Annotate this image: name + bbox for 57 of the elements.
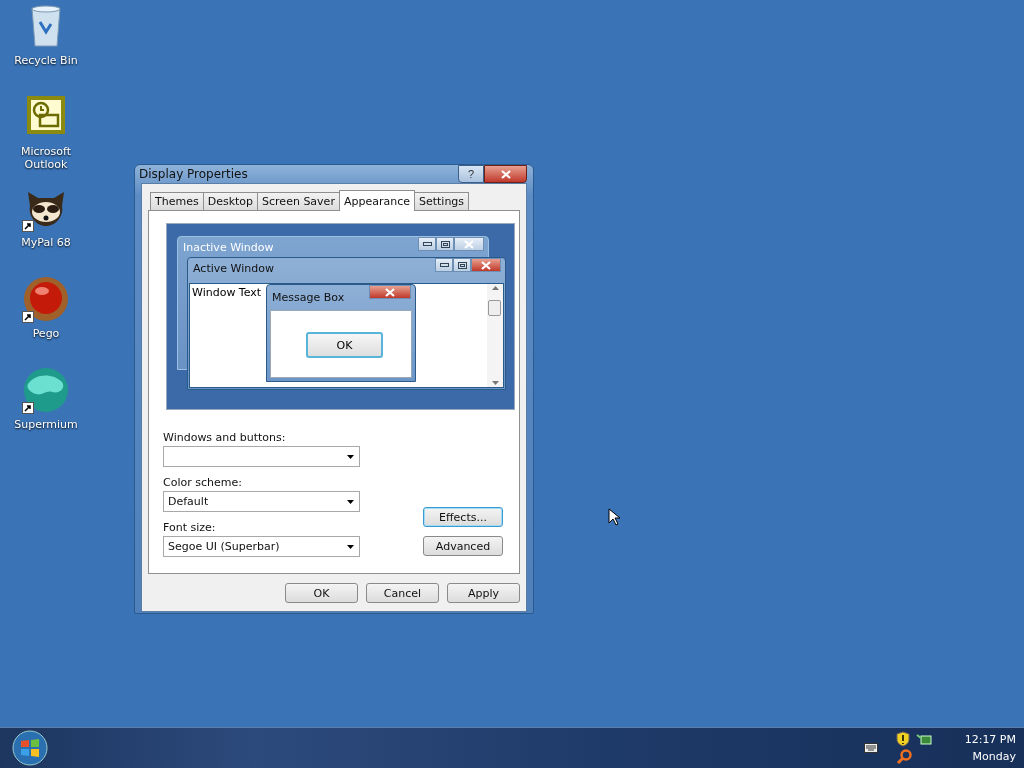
desktop-icon[interactable]: Microsoft Outlook — [0, 93, 92, 180]
help-button[interactable]: ? — [458, 165, 484, 183]
close-button[interactable] — [484, 165, 527, 183]
dialog-button[interactable]: Apply — [447, 583, 520, 603]
clock-time: 12:17 PM — [964, 733, 1016, 746]
window-title: Display Properties — [139, 167, 248, 181]
scroll-up-icon — [491, 286, 499, 290]
dropdown[interactable]: Segoe UI (Superbar) — [163, 536, 360, 557]
desktop-icon-label: Supermium — [13, 418, 79, 431]
clock[interactable]: 12:17 PM Monday — [950, 733, 1016, 763]
dropdown-arrow-icon — [347, 544, 354, 549]
dropdown[interactable]: Default — [163, 491, 360, 512]
close-icon — [500, 169, 511, 179]
field-label: Font size: — [163, 521, 217, 534]
minimize-icon — [422, 242, 432, 246]
inactive-window-title: Inactive Window — [183, 241, 274, 254]
minimize-icon — [439, 263, 449, 267]
start-orb-icon[interactable] — [12, 730, 48, 766]
desktop-icon-label: Recycle Bin — [13, 54, 79, 67]
active-window-title: Active Window — [193, 262, 274, 275]
desktop-icon[interactable]: Supermium — [0, 366, 92, 453]
desktop-icon[interactable]: MyPal 68 — [0, 184, 92, 271]
tab[interactable]: Desktop — [202, 192, 259, 210]
desktop-icon[interactable]: Recycle Bin — [0, 2, 92, 89]
mouse-cursor-icon — [608, 508, 620, 526]
side-button[interactable]: Advanced — [423, 536, 503, 556]
sphere-icon — [22, 366, 70, 414]
tab[interactable]: Appearance — [338, 190, 415, 211]
dialog-button[interactable]: Cancel — [366, 583, 439, 603]
shield-warning-icon[interactable] — [896, 731, 910, 747]
close-icon — [481, 260, 491, 270]
desktop-icon-label: Pego — [31, 327, 61, 340]
tab[interactable]: Settings — [413, 192, 470, 210]
tab[interactable]: Themes — [150, 192, 204, 210]
side-button[interactable]: Effects... — [423, 507, 503, 527]
close-icon — [464, 239, 474, 249]
maximize-icon — [457, 261, 467, 269]
tab[interactable]: Screen Saver — [257, 192, 340, 210]
dropdown-arrow-icon — [347, 499, 354, 504]
scroll-down-icon — [491, 381, 499, 385]
dropdown-arrow-icon — [347, 454, 354, 459]
field-label: Windows and buttons: — [163, 431, 287, 444]
desktop-icon-label: MyPal 68 — [20, 236, 72, 249]
dialog-button[interactable]: OK — [285, 583, 358, 603]
maximize-icon — [440, 240, 450, 248]
orb-icon — [22, 275, 70, 323]
clock-day: Monday — [972, 750, 1016, 763]
desktop-icon-label: Microsoft Outlook — [19, 145, 73, 171]
ok-button[interactable]: OK — [306, 332, 383, 358]
window-text: Window Text — [192, 286, 262, 299]
desktop-icon[interactable]: Pego — [0, 275, 92, 362]
close-icon — [385, 287, 395, 297]
message-box-title: Message Box — [272, 291, 345, 304]
field-label: Color scheme: — [163, 476, 243, 489]
keyboard-icon[interactable] — [864, 743, 878, 753]
search-icon[interactable] — [896, 749, 912, 765]
scroll-thumb[interactable] — [488, 300, 501, 316]
